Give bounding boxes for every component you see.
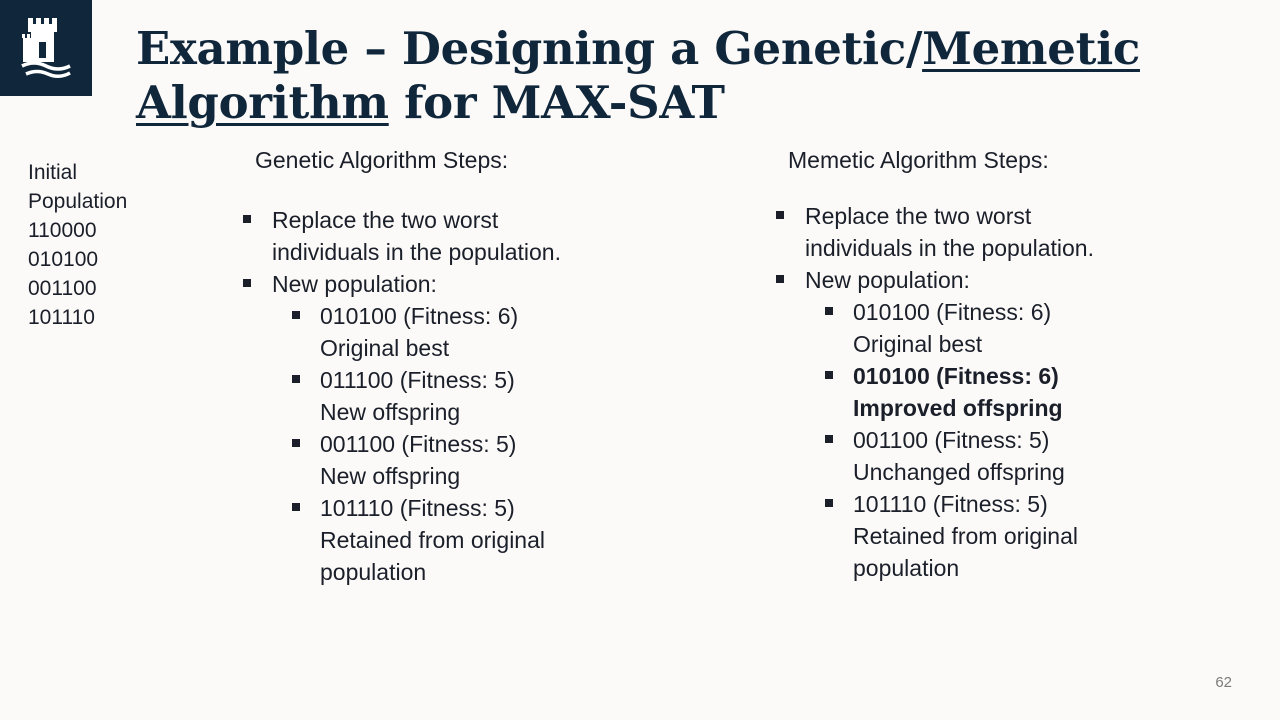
bullet-text: New population: xyxy=(272,271,437,297)
entry-value: 011100 (Fitness: 5) xyxy=(320,367,515,393)
title-part-algorithm: Algorithm xyxy=(136,76,389,129)
list-item: 101110 (Fitness: 5) Retained from origin… xyxy=(292,492,725,588)
page-number: 62 xyxy=(1215,674,1232,691)
initial-population: Initial Population 110000 010100 001100 … xyxy=(28,158,127,332)
population-item: 010100 xyxy=(28,248,99,271)
bullet-text: individuals in the population. xyxy=(272,239,561,265)
genetic-bullet-replace: Replace the two worst individuals in the… xyxy=(243,204,725,268)
list-item: 010100 (Fitness: 6) Original best xyxy=(825,296,1258,360)
list-item: 001100 (Fitness: 5) New offspring xyxy=(292,428,725,492)
bullet-text: individuals in the population. xyxy=(805,235,1094,261)
entry-note: Unchanged offspring xyxy=(853,459,1065,485)
memetic-bullet-replace: Replace the two worst individuals in the… xyxy=(776,200,1258,264)
genetic-heading: Genetic Algorithm Steps: xyxy=(255,147,509,173)
entry-value: 101110 (Fitness: 5) xyxy=(320,495,515,521)
entry-note: Retained from original xyxy=(320,527,546,553)
genetic-bullet-new-population: New population: 010100 (Fitness: 6) Orig… xyxy=(243,268,725,588)
population-item: 110000 xyxy=(28,219,97,242)
memetic-heading: Memetic Algorithm Steps: xyxy=(788,147,1049,173)
entry-note: New offspring xyxy=(320,463,461,489)
list-item: 011100 (Fitness: 5) New offspring xyxy=(292,364,725,428)
entry-value: 001100 (Fitness: 5) xyxy=(853,427,1050,453)
initial-label-2: Population xyxy=(28,190,128,213)
title-part-1: Example – Designing a Genetic/ xyxy=(136,22,923,75)
initial-label-1: Initial xyxy=(28,161,78,184)
entry-note: Original best xyxy=(320,335,450,361)
entry-note: New offspring xyxy=(320,399,461,425)
bullet-text: Replace the two worst xyxy=(272,207,499,233)
memetic-bullet-new-population: New population: 010100 (Fitness: 6) Orig… xyxy=(776,264,1258,584)
entry-note: population xyxy=(320,559,427,585)
slide-title: Example – Designing a Genetic/Memetic Al… xyxy=(136,22,1256,130)
memetic-population-list: 010100 (Fitness: 6) Original best 010100… xyxy=(805,296,1258,584)
memetic-steps-column: Memetic Algorithm Steps: Replace the two… xyxy=(776,144,1258,584)
entry-value: 010100 (Fitness: 6) xyxy=(320,303,519,329)
genetic-population-list: 010100 (Fitness: 6) Original best 011100… xyxy=(272,300,725,588)
entry-value: 001100 (Fitness: 5) xyxy=(320,431,517,457)
list-item: 010100 (Fitness: 6) Original best xyxy=(292,300,725,364)
list-item-highlighted: 010100 (Fitness: 6) Improved offspring xyxy=(825,360,1258,424)
bullet-text: Replace the two worst xyxy=(805,203,1032,229)
genetic-bullet-list: Replace the two worst individuals in the… xyxy=(243,204,725,588)
bullet-text: New population: xyxy=(805,267,970,293)
entry-note: Retained from original xyxy=(853,523,1079,549)
university-logo xyxy=(0,0,92,96)
population-item: 001100 xyxy=(28,277,97,300)
castle-icon xyxy=(21,18,71,78)
title-part-memetic: Memetic xyxy=(922,22,1140,75)
list-item: 001100 (Fitness: 5) Unchanged offspring xyxy=(825,424,1258,488)
memetic-bullet-list: Replace the two worst individuals in the… xyxy=(776,200,1258,584)
entry-value: 010100 (Fitness: 6) xyxy=(853,363,1059,389)
entry-note: population xyxy=(853,555,960,581)
population-item: 101110 xyxy=(28,306,95,329)
entry-value: 010100 (Fitness: 6) xyxy=(853,299,1052,325)
genetic-steps-column: Genetic Algorithm Steps: Replace the two… xyxy=(243,144,725,588)
entry-value: 101110 (Fitness: 5) xyxy=(853,491,1048,517)
entry-note: Original best xyxy=(853,331,983,357)
entry-note: Improved offspring xyxy=(853,395,1063,421)
title-part-4: for MAX-SAT xyxy=(388,76,725,129)
list-item: 101110 (Fitness: 5) Retained from origin… xyxy=(825,488,1258,584)
